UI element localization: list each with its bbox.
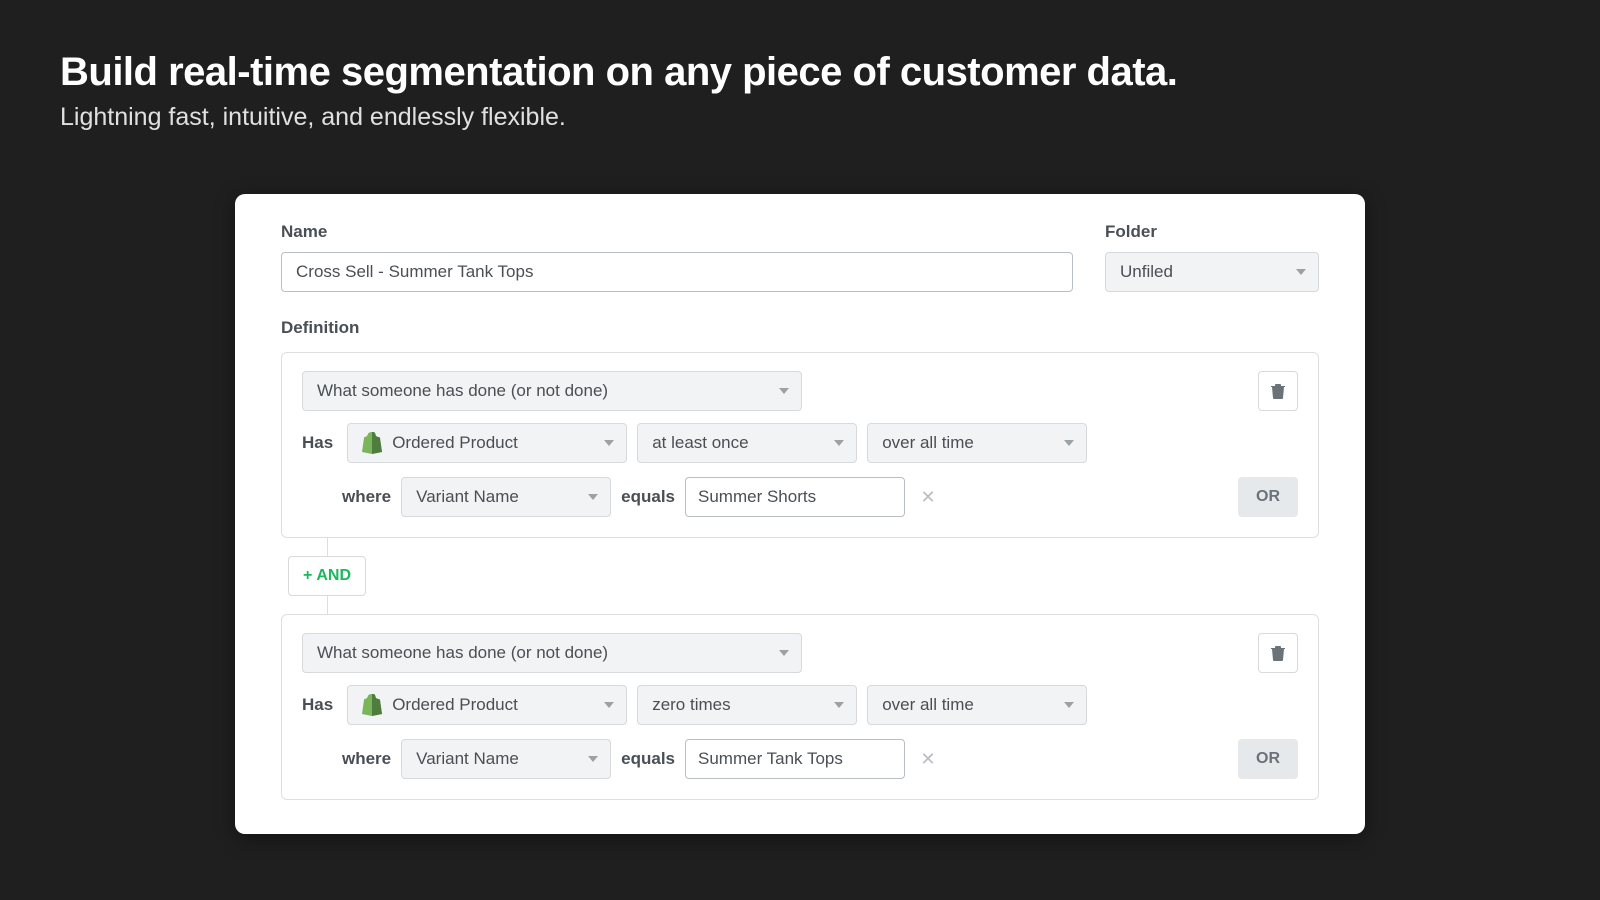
- folder-select[interactable]: Unfiled: [1105, 252, 1319, 292]
- delete-block-button[interactable]: [1258, 633, 1298, 673]
- field-select-value: Variant Name: [416, 487, 519, 507]
- folder-select-value: Unfiled: [1120, 262, 1173, 282]
- field-select[interactable]: Variant Name: [401, 739, 611, 779]
- or-button[interactable]: OR: [1238, 739, 1298, 779]
- has-label: Has: [302, 433, 333, 453]
- timerange-select[interactable]: over all time: [867, 423, 1087, 463]
- chevron-down-icon: [588, 494, 598, 500]
- timerange-select[interactable]: over all time: [867, 685, 1087, 725]
- segment-builder-card: Name Folder Unfiled Definition What some…: [235, 194, 1365, 834]
- trigger-select[interactable]: What someone has done (or not done): [302, 633, 802, 673]
- chevron-down-icon: [588, 756, 598, 762]
- or-button[interactable]: OR: [1238, 477, 1298, 517]
- chevron-down-icon: [1064, 702, 1074, 708]
- equals-label: equals: [621, 749, 675, 769]
- name-input[interactable]: [281, 252, 1073, 292]
- product-select[interactable]: Ordered Product: [347, 685, 627, 725]
- name-label: Name: [281, 222, 1073, 242]
- block-connector: + AND: [327, 538, 1319, 614]
- frequency-select-value: zero times: [652, 695, 730, 715]
- chevron-down-icon: [1064, 440, 1074, 446]
- condition-block: What someone has done (or not done) Has …: [281, 614, 1319, 800]
- has-label: Has: [302, 695, 333, 715]
- chevron-down-icon: [834, 702, 844, 708]
- close-icon: ✕: [920, 487, 935, 508]
- close-icon: ✕: [920, 749, 935, 770]
- timerange-select-value: over all time: [882, 695, 974, 715]
- shopify-icon: [362, 694, 382, 716]
- product-select-value: Ordered Product: [392, 433, 518, 453]
- product-select[interactable]: Ordered Product: [347, 423, 627, 463]
- add-and-button[interactable]: + AND: [288, 556, 366, 596]
- shopify-icon: [362, 432, 382, 454]
- frequency-select[interactable]: zero times: [637, 685, 857, 725]
- frequency-select[interactable]: at least once: [637, 423, 857, 463]
- chevron-down-icon: [779, 388, 789, 394]
- page-subtitle: Lightning fast, intuitive, and endlessly…: [60, 103, 1540, 132]
- trigger-select-value: What someone has done (or not done): [317, 643, 608, 663]
- timerange-select-value: over all time: [882, 433, 974, 453]
- field-select-value: Variant Name: [416, 749, 519, 769]
- definition-label: Definition: [281, 318, 1319, 338]
- condition-block: What someone has done (or not done) Has …: [281, 352, 1319, 538]
- remove-filter-button[interactable]: ✕: [915, 746, 941, 772]
- chevron-down-icon: [1296, 269, 1306, 275]
- plus-icon: +: [303, 567, 312, 585]
- chevron-down-icon: [834, 440, 844, 446]
- frequency-select-value: at least once: [652, 433, 748, 453]
- where-label: where: [342, 749, 391, 769]
- chevron-down-icon: [604, 702, 614, 708]
- trigger-select[interactable]: What someone has done (or not done): [302, 371, 802, 411]
- equals-label: equals: [621, 487, 675, 507]
- page-title: Build real-time segmentation on any piec…: [60, 50, 1540, 95]
- value-input[interactable]: [685, 477, 905, 517]
- trigger-select-value: What someone has done (or not done): [317, 381, 608, 401]
- trash-icon: [1271, 645, 1285, 661]
- trash-icon: [1271, 383, 1285, 399]
- where-label: where: [342, 487, 391, 507]
- remove-filter-button[interactable]: ✕: [915, 484, 941, 510]
- value-input[interactable]: [685, 739, 905, 779]
- delete-block-button[interactable]: [1258, 371, 1298, 411]
- chevron-down-icon: [604, 440, 614, 446]
- folder-label: Folder: [1105, 222, 1319, 242]
- and-button-label: AND: [316, 567, 351, 585]
- chevron-down-icon: [779, 650, 789, 656]
- product-select-value: Ordered Product: [392, 695, 518, 715]
- field-select[interactable]: Variant Name: [401, 477, 611, 517]
